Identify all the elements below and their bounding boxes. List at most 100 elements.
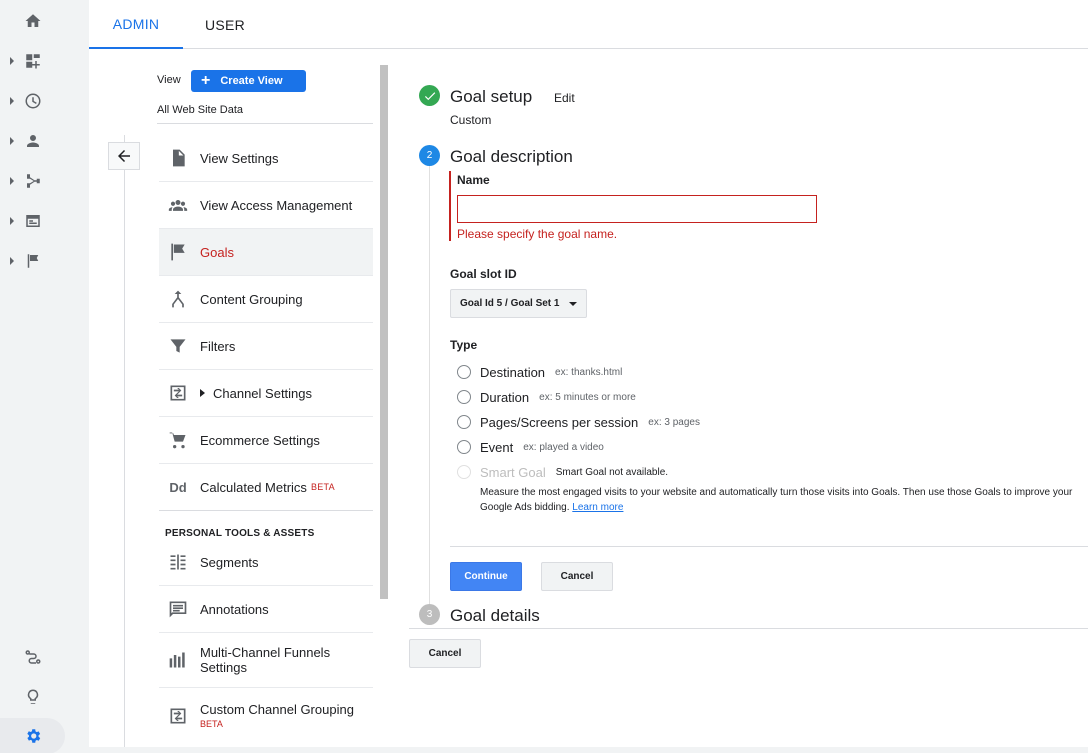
conversions-icon	[27, 254, 38, 268]
type-option-label: Event	[480, 439, 514, 455]
menu-item-custom-channel-grouping[interactable]: Custom Channel Grouping BETA	[159, 688, 373, 743]
menu-item-label: Annotations	[200, 601, 269, 617]
cart-icon	[167, 429, 189, 451]
goal-description-title: Goal description	[450, 147, 573, 166]
goal-name-label: Name	[457, 173, 490, 187]
tab-user[interactable]: USER	[205, 0, 245, 49]
audience-icon	[26, 135, 39, 147]
goal-slot-dropdown[interactable]: Goal Id 5 / Goal Set 1	[450, 289, 587, 318]
goal-name-input[interactable]	[457, 195, 817, 223]
grouping-icon	[167, 288, 189, 310]
menu-item-segments[interactable]: Segments	[159, 539, 373, 586]
personal-tools-header: PERSONAL TOOLS & ASSETS	[165, 528, 315, 539]
admin-nav[interactable]	[0, 718, 65, 753]
step-connector-line	[429, 166, 430, 604]
expand-caret-icon	[10, 177, 14, 185]
radio-button[interactable]	[457, 440, 471, 454]
type-option-example: ex: 5 minutes or more	[539, 391, 636, 403]
behavior-nav[interactable]	[0, 203, 65, 239]
goal-slot-value: Goal Id 5 / Goal Set 1	[460, 298, 560, 309]
beta-badge: BETA	[200, 719, 223, 729]
type-option-label: Smart Goal	[480, 464, 546, 480]
view-selector[interactable]: All Web Site Data	[157, 104, 243, 116]
attribution-nav[interactable]	[0, 639, 65, 675]
menu-item-annotations[interactable]: Annotations	[159, 586, 373, 633]
filter-icon	[167, 335, 189, 357]
smart-goal-description-text: Measure the most engaged visits to your …	[480, 487, 1073, 513]
goal-setup-edit-link[interactable]: Edit	[554, 91, 575, 105]
expand-caret-icon	[10, 57, 14, 65]
goal-slot-label: Goal slot ID	[450, 267, 517, 281]
column-divider	[124, 135, 125, 747]
menu-item-label: Calculated Metrics	[200, 479, 307, 495]
dd-icon: Dd	[169, 479, 187, 495]
channel-icon	[167, 382, 189, 404]
menu-item-label: Channel Settings	[213, 385, 313, 401]
error-indicator-bar	[449, 171, 451, 241]
menu-item-label: Custom Channel Grouping	[200, 702, 354, 717]
menu-item-goals[interactable]: Goals	[159, 229, 373, 276]
type-option-pages-per-session[interactable]: Pages/Screens per session ex: 3 pages	[457, 413, 700, 431]
back-button[interactable]	[108, 142, 140, 170]
audience-nav[interactable]	[0, 123, 65, 159]
type-option-event[interactable]: Event ex: played a video	[457, 438, 604, 456]
menu-item-label: View Settings	[200, 150, 279, 166]
continue-button[interactable]: Continue	[450, 562, 522, 591]
checkmark-icon	[424, 91, 435, 100]
expand-caret-icon	[10, 257, 14, 265]
top-tab-bar: ADMIN USER	[89, 0, 1088, 49]
menu-item-content-grouping[interactable]: Content Grouping	[159, 276, 373, 323]
radio-button[interactable]	[457, 365, 471, 379]
conversions-nav[interactable]	[0, 243, 65, 279]
menu-item-view-settings[interactable]: View Settings	[159, 135, 373, 182]
realtime-icon	[25, 93, 40, 109]
goal-setup-title: Goal setup	[450, 87, 533, 106]
gear-icon	[26, 729, 40, 743]
home-nav[interactable]	[0, 3, 65, 39]
type-option-duration[interactable]: Duration ex: 5 minutes or more	[457, 388, 636, 406]
left-nav-rail	[0, 0, 89, 753]
realtime-nav[interactable]	[0, 83, 65, 119]
menu-item-label: Multi-Channel Funnels Settings	[200, 645, 331, 675]
radio-button-disabled	[457, 465, 471, 479]
discover-nav[interactable]	[0, 679, 65, 715]
create-view-label: Create View	[220, 75, 283, 87]
menu-item-view-access[interactable]: View Access Management	[159, 182, 373, 229]
menu-scrollbar[interactable]	[380, 65, 388, 599]
acquisition-nav[interactable]	[0, 163, 65, 199]
funnel-bars-icon	[167, 649, 189, 671]
dropdown-caret-icon	[569, 302, 577, 306]
learn-more-link[interactable]: Learn more	[572, 502, 623, 513]
step-number-badge: 2	[419, 145, 440, 166]
type-option-label: Destination	[480, 364, 546, 380]
menu-item-filters[interactable]: Filters	[159, 323, 373, 370]
goal-type-label: Type	[450, 338, 478, 352]
expand-caret-icon	[10, 217, 14, 225]
type-option-label: Pages/Screens per session	[480, 414, 639, 430]
custom-channel-label-block: Custom Channel Grouping BETA	[200, 702, 354, 729]
view-selector-underline	[157, 123, 373, 124]
view-label: View	[157, 74, 181, 86]
customization-nav[interactable]	[0, 43, 65, 79]
cancel-step-button[interactable]: Cancel	[541, 562, 613, 591]
attribution-icon	[25, 650, 40, 664]
radio-button[interactable]	[457, 390, 471, 404]
type-option-destination[interactable]: Destination ex: thanks.html	[457, 363, 622, 381]
menu-item-label: Content Grouping	[200, 291, 303, 307]
radio-button[interactable]	[457, 415, 471, 429]
type-option-example: ex: 3 pages	[648, 416, 700, 428]
tab-admin[interactable]: ADMIN	[89, 0, 183, 49]
menu-item-label: View Access Management	[200, 197, 353, 213]
step-number-badge: 3	[419, 604, 440, 625]
arrow-left-icon	[118, 150, 130, 162]
menu-item-channel-settings[interactable]: Channel Settings	[159, 370, 373, 417]
menu-item-ecommerce-settings[interactable]: Ecommerce Settings	[159, 417, 373, 464]
cancel-goal-button[interactable]: Cancel	[409, 639, 481, 668]
goal-details-divider	[409, 628, 1088, 629]
menu-item-mcf-settings[interactable]: Multi-Channel Funnels Settings	[159, 633, 373, 688]
home-icon	[25, 14, 40, 27]
create-view-button[interactable]: + Create View	[191, 70, 306, 92]
plus-icon: +	[201, 72, 211, 89]
document-icon	[167, 147, 189, 169]
menu-item-calculated-metrics[interactable]: Dd Calculated Metrics BETA	[159, 464, 373, 511]
